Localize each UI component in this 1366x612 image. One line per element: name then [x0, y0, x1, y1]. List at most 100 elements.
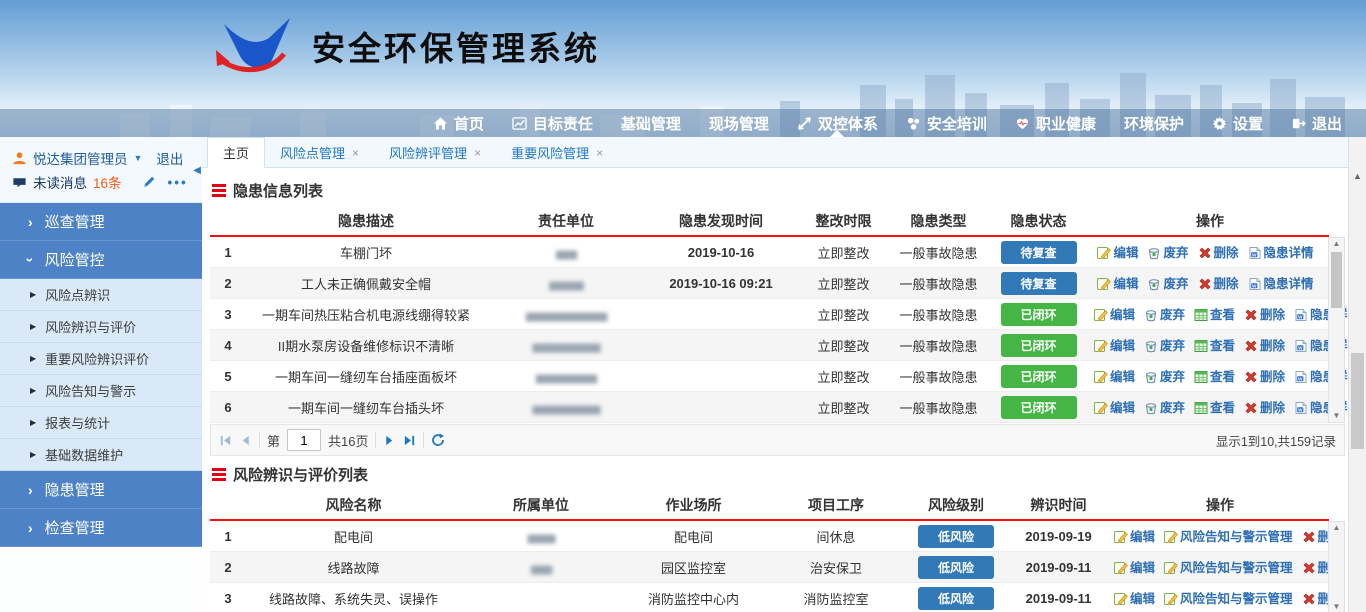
action-delete[interactable]: 删除: [1244, 304, 1285, 323]
close-icon[interactable]: ×: [352, 146, 359, 160]
submenu-item-label: 风险告知与警示: [45, 381, 136, 400]
refresh-icon[interactable]: [431, 433, 445, 447]
risk-level-badge[interactable]: 低风险: [918, 587, 994, 610]
scroll-up-icon[interactable]: ▲: [1329, 522, 1344, 534]
status-badge[interactable]: 已闭环: [1001, 396, 1077, 419]
risk-level-badge-cell: 低风险: [906, 552, 1006, 583]
unread-messages-label[interactable]: 未读消息: [33, 172, 87, 192]
doc-icon: W: [1248, 246, 1262, 260]
action-view[interactable]: 查看: [1194, 335, 1235, 354]
action-edit[interactable]: 编辑: [1097, 273, 1138, 292]
status-badge[interactable]: 已闭环: [1001, 334, 1077, 357]
user-name[interactable]: 悦达集团管理员: [33, 148, 128, 168]
prev-page-button[interactable]: [239, 434, 252, 447]
action-edit[interactable]: 编辑: [1114, 526, 1155, 545]
sidebar-subitem-risk-point-identify[interactable]: ▶风险点辨识: [0, 279, 202, 311]
scroll-up-icon[interactable]: ▲: [1329, 238, 1344, 250]
scrollbar-thumb[interactable]: [1331, 252, 1342, 308]
action-edit[interactable]: 编辑: [1114, 557, 1155, 576]
action-notice[interactable]: 风险告知与警示管理: [1164, 588, 1293, 607]
action-notice[interactable]: 风险告知与警示管理: [1164, 526, 1293, 545]
nav-item-goal-duty[interactable]: 目标责任: [498, 109, 607, 137]
first-page-button[interactable]: [219, 434, 232, 447]
sidebar-item-hazard-mgmt[interactable]: ›隐患管理: [0, 471, 202, 509]
action-delete[interactable]: 删除: [1244, 366, 1285, 385]
action-discard[interactable]: 废弃: [1147, 273, 1188, 292]
scroll-down-icon[interactable]: ▼: [1329, 410, 1344, 422]
hazard-table-scrollbar[interactable]: ▲ ▼: [1328, 237, 1345, 423]
action-edit[interactable]: 编辑: [1114, 588, 1155, 607]
status-badge[interactable]: 待复查: [1001, 241, 1077, 264]
action-discard[interactable]: 废弃: [1144, 397, 1185, 416]
close-icon[interactable]: ×: [596, 146, 603, 160]
logout-link[interactable]: 退出: [156, 148, 183, 168]
action-discard[interactable]: 废弃: [1144, 366, 1185, 385]
sidebar-subitem-major-risk-identify[interactable]: ▶重要风险辨识评价: [0, 343, 202, 375]
risk-table-scrollbar[interactable]: ▲ ▼: [1328, 521, 1345, 612]
action-edit[interactable]: 编辑: [1094, 304, 1135, 323]
last-page-button[interactable]: [403, 434, 416, 447]
nav-item-logout[interactable]: 退出: [1277, 109, 1356, 137]
action-view[interactable]: 查看: [1194, 397, 1235, 416]
nav-item-basic-mgmt[interactable]: 基础管理: [607, 109, 695, 137]
action-detail[interactable]: W隐患详情: [1248, 273, 1314, 292]
action-discard[interactable]: 废弃: [1144, 335, 1185, 354]
action-view[interactable]: 查看: [1194, 304, 1235, 323]
tab-label: 重要风险管理: [511, 143, 589, 162]
action-discard[interactable]: 废弃: [1147, 242, 1188, 261]
hazard-head-row: 隐患描述责任单位隐患发现时间整改时限隐患类型隐患状态操作: [210, 207, 1329, 236]
action-delete[interactable]: 删除: [1244, 397, 1285, 416]
action-label: 编辑: [1110, 304, 1135, 323]
sidebar-item-risk-control[interactable]: ›风险管控: [0, 241, 202, 279]
sidebar-subitem-base-data-maintain[interactable]: ▶基础数据维护: [0, 439, 202, 471]
pencil-icon[interactable]: [142, 175, 156, 189]
sidebar-item-inspection-mgmt[interactable]: ›检查管理: [0, 509, 202, 547]
status-badge[interactable]: 待复查: [1001, 272, 1077, 295]
action-edit[interactable]: 编辑: [1094, 366, 1135, 385]
sidebar-subitem-risk-notice-warning[interactable]: ▶风险告知与警示: [0, 375, 202, 407]
next-page-button[interactable]: [383, 434, 396, 447]
nav-item-occupational-health[interactable]: 职业健康: [1001, 109, 1110, 137]
scroll-up-icon[interactable]: ▲: [1349, 171, 1366, 181]
nav-item-dual-control[interactable]: 双控体系: [783, 109, 892, 137]
nav-item-environment-protection[interactable]: 环境保护: [1110, 109, 1198, 137]
page-scrollbar[interactable]: ▲: [1348, 137, 1366, 612]
sidebar-subitem-risk-identify-evaluate[interactable]: ▶风险辨识与评价: [0, 311, 202, 343]
risk-level-badge[interactable]: 低风险: [918, 525, 994, 548]
status-badge[interactable]: 已闭环: [1001, 303, 1077, 326]
actions-cell: 编辑废弃删除 W隐患详情: [1091, 268, 1329, 299]
action-notice[interactable]: 风险告知与警示管理: [1164, 557, 1293, 576]
action-discard[interactable]: 废弃: [1144, 304, 1185, 323]
status-badge[interactable]: 已闭环: [1001, 365, 1077, 388]
action-delete[interactable]: 删除: [1198, 242, 1239, 261]
action-edit[interactable]: 编辑: [1094, 397, 1135, 416]
action-edit[interactable]: 编辑: [1094, 335, 1135, 354]
time-cell: [646, 330, 796, 361]
sidebar-collapse-icon[interactable]: ◀: [193, 165, 201, 176]
unread-messages-count[interactable]: 16条: [93, 172, 122, 192]
edit-icon: [1097, 246, 1111, 260]
action-label: 编辑: [1113, 273, 1138, 292]
tab-risk-point[interactable]: 风险点管理×: [265, 138, 374, 167]
tab-major-risk[interactable]: 重要风险管理 ×: [496, 138, 618, 167]
risk-level-badge[interactable]: 低风险: [918, 556, 994, 579]
action-edit[interactable]: 编辑: [1097, 242, 1138, 261]
nav-item-site-mgmt[interactable]: 现场管理: [695, 109, 783, 137]
sidebar-item-patrol-mgmt[interactable]: ›巡查管理: [0, 203, 202, 241]
tab-risk-evaluate[interactable]: 风险辨评管理×: [374, 138, 496, 167]
scrollbar-thumb[interactable]: [1351, 353, 1364, 449]
nav-item-safety-training[interactable]: 安全培训: [892, 109, 1001, 137]
action-detail[interactable]: W隐患详情: [1248, 242, 1314, 261]
sidebar-subitem-report-statistics[interactable]: ▶报表与统计: [0, 407, 202, 439]
action-delete[interactable]: 删除: [1244, 335, 1285, 354]
close-icon[interactable]: ×: [474, 146, 481, 160]
tab-home[interactable]: 主页: [207, 137, 265, 168]
nav-item-home[interactable]: 首页: [419, 109, 498, 137]
more-options-icon[interactable]: •••: [168, 175, 188, 190]
page-input[interactable]: [287, 429, 321, 451]
action-view[interactable]: 查看: [1194, 366, 1235, 385]
action-delete[interactable]: 删除: [1198, 273, 1239, 292]
chevron-down-icon[interactable]: ▼: [134, 153, 143, 163]
nav-item-settings[interactable]: 设置: [1198, 109, 1277, 137]
scroll-down-icon[interactable]: ▼: [1329, 601, 1344, 612]
